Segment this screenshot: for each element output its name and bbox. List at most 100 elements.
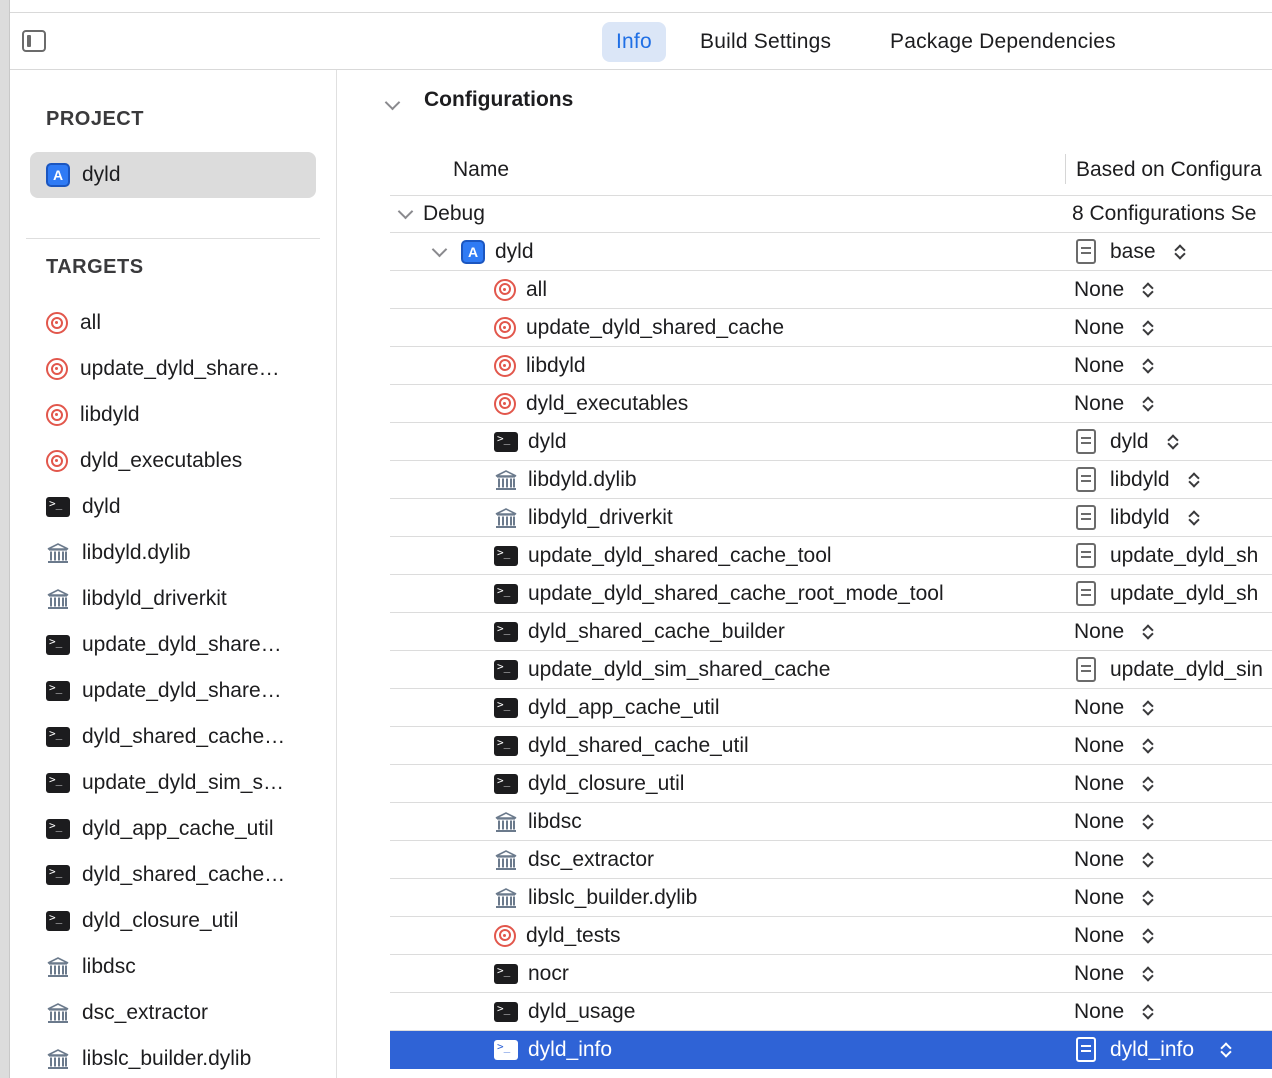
target-config-row[interactable]: >_ dyld_shared_cache_util None	[390, 727, 1272, 765]
target-config-row[interactable]: dsc_extractor None	[390, 841, 1272, 879]
config-popup[interactable]: None	[1074, 271, 1154, 308]
sidebar-item-target[interactable]: all	[46, 308, 101, 338]
popup-chevron-icon	[1174, 243, 1186, 261]
target-config-row[interactable]: libdyld_driverkit libdyld	[390, 499, 1272, 537]
library-icon	[494, 811, 518, 833]
target-config-row[interactable]: dyld_executables None	[390, 385, 1272, 423]
target-config-row[interactable]: >_ update_dyld_shared_cache_tool update_dy…	[390, 537, 1272, 575]
sidebar-item-target[interactable]: update_dyld_share…	[46, 354, 280, 384]
sidebar-item-target[interactable]: dsc_extractor	[46, 998, 208, 1028]
target-config-row[interactable]: >_ dyld_shared_cache_builder None	[390, 613, 1272, 651]
config-popup[interactable]: None	[1074, 917, 1154, 954]
target-name: libdsc	[494, 803, 582, 840]
window-edge	[0, 0, 10, 1078]
target-config-row[interactable]: >_ dyld_closure_util None	[390, 765, 1272, 803]
sidebar-item-target[interactable]: libdyld	[46, 400, 140, 430]
config-value: None	[1074, 277, 1125, 301]
config-popup[interactable]: libdyld	[1076, 499, 1200, 536]
sidebar-item-target[interactable]: libdyld.dylib	[46, 538, 191, 568]
target-config-row[interactable]: dyld_tests None	[390, 917, 1272, 955]
sidebar-toggle-icon[interactable]	[22, 30, 46, 52]
sidebar-item-target[interactable]: >_ dyld	[46, 492, 121, 522]
sidebar-item-label: all	[80, 311, 102, 334]
target-label: libdyld.dylib	[528, 467, 637, 491]
target-label: update_dyld_sim_shared_cache	[528, 657, 831, 681]
config-popup[interactable]: update_dyld_sh	[1076, 575, 1258, 612]
target-name: >_ dyld_app_cache_util	[494, 689, 719, 726]
sidebar-item-target[interactable]: >_ update_dyld_share…	[46, 630, 282, 660]
sidebar-item-target[interactable]: libdsc	[46, 952, 136, 982]
target-config-row[interactable]: update_dyld_shared_cache None	[390, 309, 1272, 347]
config-value: None	[1074, 695, 1125, 719]
terminal-icon: >_	[494, 773, 518, 794]
config-popup[interactable]: update_dyld_sh	[1076, 537, 1258, 574]
section-disclosure[interactable]	[384, 90, 401, 114]
config-value: dyld_info	[1110, 1037, 1195, 1061]
tab-info[interactable]: Info	[602, 22, 666, 62]
target-config-row[interactable]: libdsc None	[390, 803, 1272, 841]
sidebar-item-target[interactable]: >_ update_dyld_share…	[46, 676, 282, 706]
target-config-row[interactable]: >_ update_dyld_sim_shared_cache update_dyl…	[390, 651, 1272, 689]
project-config-popup[interactable]: base	[1076, 233, 1186, 270]
target-icon	[46, 312, 68, 334]
sidebar-item-target[interactable]: >_ dyld_shared_cache…	[46, 722, 285, 752]
config-popup[interactable]: None	[1074, 993, 1154, 1030]
column-header-name[interactable]: Name	[453, 148, 509, 192]
sidebar-item-target[interactable]: libslc_builder.dylib	[46, 1044, 251, 1074]
config-value: None	[1074, 809, 1125, 833]
config-popup[interactable]: libdyld	[1076, 461, 1200, 498]
sidebar-item-target[interactable]: >_ dyld_closure_util	[46, 906, 238, 936]
target-config-row[interactable]: libdyld None	[390, 347, 1272, 385]
target-config-row[interactable]: libslc_builder.dylib None	[390, 879, 1272, 917]
debug-row[interactable]: Debug 8 Configurations Se	[390, 195, 1272, 233]
config-popup[interactable]: None	[1074, 803, 1154, 840]
tab-package-dependencies[interactable]: Package Dependencies	[876, 22, 1130, 62]
target-config-row[interactable]: >_ dyld_app_cache_util None	[390, 689, 1272, 727]
sidebar-item-target[interactable]: libdyld_driverkit	[46, 584, 227, 614]
target-config-row[interactable]: >_ dyld_info dyld_info	[390, 1031, 1272, 1069]
library-icon	[46, 956, 70, 978]
config-popup[interactable]: None	[1074, 347, 1154, 384]
target-config-row[interactable]: >_ update_dyld_shared_cache_root_mode_too…	[390, 575, 1272, 613]
target-config-row[interactable]: all None	[390, 271, 1272, 309]
config-popup[interactable]: None	[1074, 727, 1154, 764]
config-popup[interactable]: None	[1074, 879, 1154, 916]
library-icon	[46, 1048, 70, 1070]
config-popup[interactable]: None	[1074, 613, 1154, 650]
terminal-icon: >_	[494, 583, 518, 604]
config-popup[interactable]: dyld	[1076, 423, 1179, 460]
config-popup[interactable]: None	[1074, 955, 1154, 992]
sidebar-item-target[interactable]: >_ dyld_shared_cache…	[46, 860, 285, 890]
sidebar-item-label: libdyld.dylib	[82, 541, 191, 564]
sidebar-item-target[interactable]: dyld_executables	[46, 446, 242, 476]
config-popup[interactable]: None	[1074, 309, 1154, 346]
target-icon	[494, 392, 516, 415]
library-icon	[494, 887, 518, 909]
target-icon	[46, 450, 68, 472]
config-popup[interactable]: None	[1074, 689, 1154, 726]
library-icon	[46, 1002, 70, 1024]
sidebar-item-target[interactable]: >_ dyld_app_cache_util	[46, 814, 273, 844]
sidebar-item-project[interactable]: A dyld	[46, 160, 121, 190]
app-project-icon: A	[46, 163, 70, 187]
editor-toolbar: Info Build Settings Package Dependencies	[10, 13, 1272, 70]
target-config-row[interactable]: >_ dyld dyld	[390, 423, 1272, 461]
config-popup[interactable]: None	[1074, 841, 1154, 878]
config-popup[interactable]: None	[1074, 765, 1154, 802]
tab-build-settings[interactable]: Build Settings	[686, 22, 845, 62]
config-popup[interactable]: dyld_info	[1076, 1031, 1232, 1068]
target-config-row[interactable]: libdyld.dylib libdyld	[390, 461, 1272, 499]
target-config-row[interactable]: >_ nocr None	[390, 955, 1272, 993]
config-popup[interactable]: update_dyld_sin	[1076, 651, 1263, 688]
config-value: update_dyld_sin	[1110, 657, 1263, 681]
sidebar-item-target[interactable]: >_ update_dyld_sim_s…	[46, 768, 284, 798]
target-label: nocr	[528, 961, 569, 985]
terminal-icon: >_	[46, 773, 70, 793]
chevron-down-icon[interactable]	[397, 203, 414, 219]
config-popup[interactable]: None	[1074, 385, 1154, 422]
chevron-down-icon[interactable]	[431, 241, 448, 257]
column-header-based-on[interactable]: Based on Configura	[1076, 148, 1262, 192]
target-config-row[interactable]: >_ dyld_usage None	[390, 993, 1272, 1031]
project-config-row[interactable]: A dyld base	[390, 233, 1272, 271]
config-value: None	[1074, 771, 1125, 795]
